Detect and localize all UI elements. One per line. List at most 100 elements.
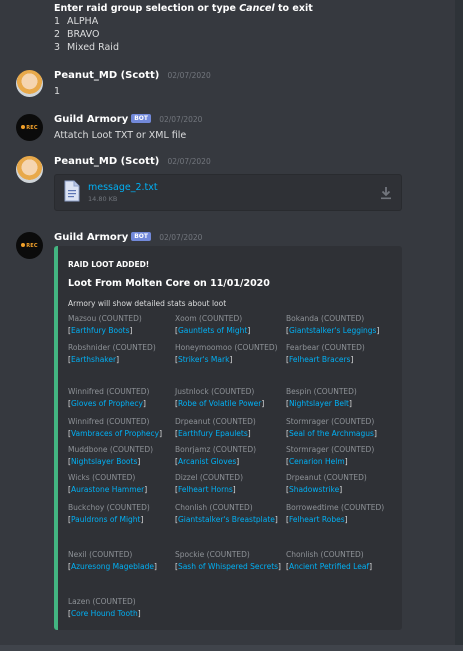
- item-link[interactable]: Sash of Whispered Secrets: [178, 562, 278, 571]
- file-attachment: message_2.txt 14.80 KB: [54, 174, 402, 211]
- loot-field: Mazsou (COUNTED) [Earthfury Boots]: [68, 313, 180, 337]
- item-link[interactable]: Felheart Bracers: [289, 355, 351, 364]
- loot-field: Drpeanut (COUNTED) [Shadowstrike]: [286, 472, 398, 496]
- download-icon[interactable]: [380, 186, 392, 200]
- field-player-name: Bonrjamz (COUNTED): [175, 445, 257, 454]
- field-player-name: Justnlock (COUNTED): [175, 387, 255, 396]
- field-player-name: Wicks (COUNTED): [68, 473, 136, 482]
- item-link[interactable]: Arcanist Gloves: [178, 457, 236, 466]
- message-header: Guild Armory BOT 02/07/2020: [54, 232, 202, 243]
- loot-field: Stormrager (COUNTED) [Seal of the Archmag…: [286, 416, 398, 440]
- loot-field: Spockie (COUNTED) [Sash of Whispered Secr…: [175, 549, 287, 573]
- field-item: [Nightslayer Belt]: [286, 398, 398, 410]
- embed-author: RAID LOOT ADDED!: [68, 260, 150, 269]
- file-name-link[interactable]: message_2.txt: [88, 182, 158, 193]
- item-link[interactable]: Gloves of Prophecy: [71, 399, 143, 408]
- bracket-close: ]: [247, 429, 251, 438]
- item-link[interactable]: Azuresong Mageblade: [71, 562, 154, 571]
- field-item: [Azuresong Mageblade]: [68, 561, 180, 573]
- loot-field: Borrowedtime (COUNTED) [Felheart Robes]: [286, 502, 398, 526]
- item-link[interactable]: Gauntlets of Might: [178, 326, 247, 335]
- bracket-close: ]: [232, 485, 236, 494]
- loot-field: Nexil (COUNTED) [Azuresong Mageblade]: [68, 549, 180, 573]
- field-player-name: Drpeanut (COUNTED): [175, 417, 256, 426]
- timestamp: 02/07/2020: [159, 115, 203, 124]
- field-item: [Ancient Petrified Leaf]: [286, 561, 398, 573]
- bracket-close: ]: [350, 355, 354, 364]
- bracket-close: ]: [348, 399, 352, 408]
- item-link[interactable]: Earthfury Boots: [71, 326, 130, 335]
- item-link[interactable]: Cenarion Helm: [289, 457, 345, 466]
- raid-group-prompt: Enter raid group selection or type Cance…: [54, 3, 313, 14]
- item-link[interactable]: Giantstalker's Leggings: [289, 326, 377, 335]
- bracket-close: ]: [153, 562, 157, 571]
- item-link[interactable]: Pauldrons of Might: [71, 515, 141, 524]
- field-player-name: Dizzel (COUNTED): [175, 473, 244, 482]
- field-player-name: Bespin (COUNTED): [286, 387, 357, 396]
- timestamp: 02/07/2020: [167, 157, 211, 166]
- field-player-name: Winnifred (COUNTED): [68, 417, 150, 426]
- item-link[interactable]: Earthshaker: [71, 355, 116, 364]
- bracket-close: ]: [159, 429, 162, 438]
- loot-field: Chonlish (COUNTED) [Ancient Petrified Lea…: [286, 549, 398, 573]
- option-item: 1 ALPHA: [54, 16, 99, 27]
- loot-field: Drpeanut (COUNTED) [Earthfury Epaulets]: [175, 416, 287, 440]
- message-text: 1: [54, 86, 61, 97]
- loot-field: Fearbear (COUNTED) [Felheart Bracers]: [286, 342, 398, 366]
- file-icon: [64, 180, 80, 202]
- field-player-name: Bokanda (COUNTED): [286, 314, 365, 323]
- rec-logo: REC: [21, 243, 38, 249]
- avatar[interactable]: REC: [16, 232, 43, 259]
- username[interactable]: Peanut_MD (Scott): [54, 156, 159, 167]
- item-link[interactable]: Robe of Volatile Power: [178, 399, 261, 408]
- loot-field: Lazen (COUNTED) [Core Hound Tooth]: [68, 596, 180, 620]
- loot-field: Honeymoomoo (COUNTED) [Striker's Mark]: [175, 342, 287, 366]
- item-link[interactable]: Giantstalker's Breastplate: [178, 515, 275, 524]
- field-item: [Felheart Bracers]: [286, 354, 398, 366]
- embed-description: Armory will show detailed stats about lo…: [68, 299, 227, 308]
- item-link[interactable]: Core Hound Tooth: [71, 609, 138, 618]
- field-item: [Felheart Robes]: [286, 514, 398, 526]
- item-link[interactable]: Shadowstrike: [289, 485, 339, 494]
- loot-field: Robshnider (COUNTED) [Earthshaker]: [68, 342, 180, 366]
- rec-logo: REC: [21, 125, 38, 131]
- loot-field: Chonlish (COUNTED) [Giantstalker's Breast…: [175, 502, 287, 526]
- item-link[interactable]: Felheart Robes: [289, 515, 345, 524]
- item-link[interactable]: Vambraces of Prophecy: [71, 429, 159, 438]
- username[interactable]: Peanut_MD (Scott): [54, 70, 159, 81]
- item-link[interactable]: Nightslayer Boots: [71, 457, 137, 466]
- bracket-close: ]: [236, 457, 240, 466]
- item-link[interactable]: Nightslayer Belt: [289, 399, 349, 408]
- field-item: [Sash of Whispered Secrets]: [175, 561, 287, 573]
- avatar[interactable]: [16, 70, 43, 97]
- field-player-name: Muddbone (COUNTED): [68, 445, 154, 454]
- bracket-close: ]: [261, 399, 265, 408]
- field-player-name: Nexil (COUNTED): [68, 550, 133, 559]
- scrollbar[interactable]: [455, 0, 463, 651]
- username[interactable]: Guild Armory: [54, 114, 128, 125]
- timestamp: 02/07/2020: [167, 71, 211, 80]
- avatar[interactable]: [16, 156, 43, 183]
- bracket-close: ]: [140, 515, 144, 524]
- loot-field: Wicks (COUNTED) [Aurastone Hammer]: [68, 472, 180, 496]
- field-item: [Arcanist Gloves]: [175, 456, 287, 468]
- avatar[interactable]: REC: [16, 114, 43, 141]
- username[interactable]: Guild Armory: [54, 232, 128, 243]
- item-link[interactable]: Earthfury Epaulets: [178, 429, 248, 438]
- field-item: [Giantstalker's Leggings]: [286, 325, 398, 337]
- bracket-close: ]: [137, 457, 141, 466]
- loot-field: Buckchoy (COUNTED) [Pauldrons of Might]: [68, 502, 180, 526]
- item-link[interactable]: Aurastone Hammer: [71, 485, 144, 494]
- field-player-name: Buckchoy (COUNTED): [68, 503, 150, 512]
- message-input-bar[interactable]: [0, 645, 463, 651]
- field-item: [Earthfury Epaulets]: [175, 428, 287, 440]
- item-link[interactable]: Striker's Mark: [178, 355, 230, 364]
- item-link[interactable]: Ancient Petrified Leaf: [289, 562, 369, 571]
- field-player-name: Honeymoomoo (COUNTED): [175, 343, 278, 352]
- raid-group-prompt-block: Enter raid group selection or type Cance…: [54, 2, 313, 54]
- loot-field: Xoom (COUNTED) [Gauntlets of Might]: [175, 313, 287, 337]
- bracket-close: ]: [369, 562, 373, 571]
- item-link[interactable]: Felheart Horns: [178, 485, 233, 494]
- item-link[interactable]: Seal of the Archmagus: [289, 429, 374, 438]
- field-player-name: Chonlish (COUNTED): [175, 503, 253, 512]
